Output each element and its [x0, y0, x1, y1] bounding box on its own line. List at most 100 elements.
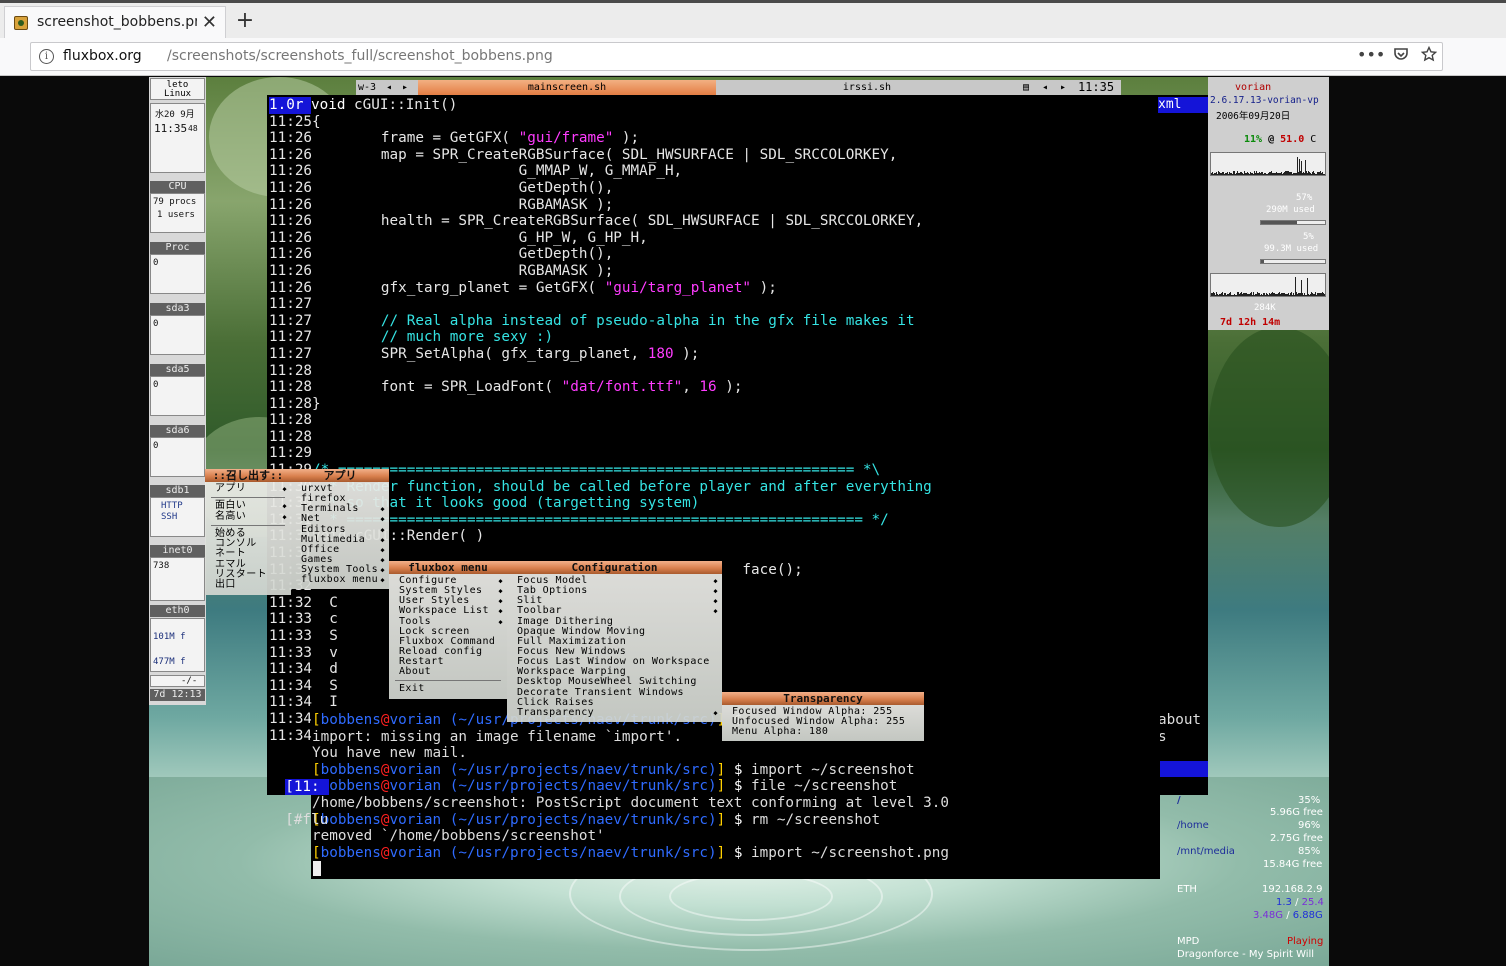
line-timestamp: 11:26	[269, 196, 313, 213]
cpu-monitor: 79 procs 1 users	[150, 193, 205, 233]
url-host: fluxbox.org	[63, 48, 142, 64]
shell-line: [bobbens@vorian (~/usr/projects/naev/tru…	[312, 811, 881, 828]
code-token: S	[312, 677, 338, 694]
submenu-arrow-icon: ◆	[380, 535, 385, 544]
dock-uptime: 7d 12:13	[150, 689, 205, 701]
window-tag-1: [11:	[285, 778, 330, 796]
editor-line: 1.0r void cGUI::Init()	[269, 97, 932, 114]
shell-line: [bobbens@vorian (~/usr/projects/naev/tru…	[312, 844, 950, 861]
code-token: d	[312, 661, 338, 678]
line-timestamp: 1.0r	[269, 97, 311, 114]
swap-used: 99.3M used	[1264, 244, 1319, 254]
code-token: );	[716, 379, 743, 396]
next-window-icon[interactable]: ▸	[1056, 80, 1070, 95]
cpu-graph	[1210, 152, 1326, 176]
nav-left-icon[interactable]: ◂	[382, 80, 396, 95]
menu-separator	[395, 680, 501, 682]
editor-line: 11:28	[269, 412, 932, 429]
sda6-monitor: 0	[150, 437, 205, 477]
swap-bar	[1260, 259, 1326, 264]
configuration-menu: Configuration Focus Model ◆ Tab Options ◆ Sli…	[507, 561, 722, 722]
prev-window-icon[interactable]: ◂	[1038, 80, 1052, 95]
site-info-icon[interactable]: i	[39, 49, 54, 64]
system-monitor-dock: leto Linux 水20 9月 11:35 48 CPU 79 procs …	[149, 77, 206, 705]
code-token: ,	[682, 379, 700, 396]
shell-line: You have new mail.	[312, 745, 467, 762]
menu-item[interactable]: About	[389, 667, 507, 677]
line-timestamp: 11:26	[269, 163, 313, 180]
close-tab-icon[interactable]: ✕	[202, 12, 217, 33]
line-timestamp: 11:28	[269, 428, 313, 445]
screen-tab-w3[interactable]: w-3	[356, 80, 378, 95]
pocket-icon[interactable]	[1393, 46, 1409, 66]
editor-line: 11:26 health = SPR_CreateRGBSurface( SDL…	[269, 213, 932, 230]
menu-item[interactable]: アプリ ◆	[205, 483, 291, 494]
line-timestamp: 11:29	[269, 445, 313, 462]
menu-item[interactable]: Exit	[389, 684, 507, 694]
code-token: );	[613, 130, 640, 147]
code-token: gfx_targ_planet = GetGFX(	[312, 279, 605, 296]
code-token: }	[312, 395, 321, 412]
screen-tab-bar: w-3 ◂ ▸ mainscreen.sh irssi.sh ▤ ◂ ▸ 11:…	[356, 80, 1121, 95]
url-bar[interactable]: i fluxbox.org /screenshots/screenshots_f…	[30, 42, 1443, 71]
line-timestamp: 11:27	[269, 312, 313, 329]
screen-tab-mainscreen[interactable]: mainscreen.sh	[418, 80, 716, 95]
root-menu: ::召し出す:: アプリ ◆ 面白い ◆ 名高い ◆ 始める コンソル ネート エマル リスタート 出口	[205, 469, 291, 595]
submenu-arrow-icon: ◆	[282, 485, 287, 493]
root-menu-title: ::召し出す::	[205, 469, 291, 482]
mem-pct: 57%	[1296, 193, 1313, 203]
mem-bar	[1260, 220, 1326, 225]
code-token: );	[751, 279, 777, 296]
dock-logo: leto Linux	[150, 78, 205, 100]
menu-item[interactable]: Menu Alpha: 180	[722, 727, 924, 737]
code-token: v	[312, 644, 338, 661]
tab-title: screenshot_bobbens.png	[37, 14, 197, 30]
side-tail-selection	[1158, 761, 1208, 777]
shell-line: removed `/home/bobbens/screenshot'	[312, 828, 605, 845]
editor-line: 11:29	[269, 445, 932, 462]
line-timestamp: 11:26	[269, 262, 313, 279]
code-token: cGUI::Init()	[345, 97, 458, 113]
code-token: // much more sexy :)	[312, 329, 554, 346]
menu-item[interactable]: 名高い ◆	[205, 511, 291, 522]
eth0-monitor: 101M f 477M f	[150, 618, 205, 672]
conky-date: 2006年09月20日	[1216, 111, 1291, 122]
sda5-monitor: 0	[150, 376, 205, 416]
code-token: void	[311, 97, 346, 113]
code-token: 16	[699, 379, 717, 396]
submenu-arrow-icon: ◆	[713, 587, 718, 596]
code-token: 180	[647, 345, 674, 362]
editor-line: 11:26 gfx_targ_planet = GetGFX( "gui/tar…	[269, 280, 932, 297]
line-timestamp: 11:34	[269, 677, 313, 694]
cpu-header: CPU	[150, 181, 205, 193]
menu-item[interactable]: Transparency ◆	[507, 707, 722, 718]
editor-line: 11:25{	[269, 114, 932, 131]
new-tab-button[interactable]: +	[234, 6, 256, 36]
net-value: 284K	[1254, 303, 1276, 313]
config-menu-title: Configuration	[507, 561, 722, 574]
page-actions-icon[interactable]: •••	[1357, 45, 1385, 64]
line-timestamp: 11:28	[269, 395, 313, 412]
bookmark-star-icon[interactable]	[1420, 45, 1438, 66]
window-menu-icon[interactable]: ▤	[1018, 80, 1034, 95]
code-token: "gui/targ_planet"	[604, 279, 752, 296]
editor-line: 11:27 SPR_SetAlpha( gfx_targ_planet, 180…	[269, 346, 932, 363]
menu-item[interactable]: 出口	[205, 580, 291, 590]
line-timestamp: 11:25	[269, 113, 313, 130]
menu-item[interactable]: fluxbox menu ◆	[291, 575, 389, 585]
editor-line: 11:26 RGBAMASK );	[269, 197, 932, 214]
nav-right-icon[interactable]: ▸	[398, 80, 412, 95]
browser-tab[interactable]: screenshot_bobbens.png ✕	[4, 6, 226, 41]
line-timestamp: 11:34	[269, 727, 313, 744]
dock-clock: 水20 9月 11:35 48	[150, 103, 205, 173]
browser-nav-bar: i fluxbox.org /screenshots/screenshots_f…	[0, 38, 1506, 76]
eth0-header: eth0	[150, 605, 205, 617]
shell-line: [bobbens@vorian (~/usr/projects/naev/tru…	[312, 761, 915, 778]
menu-separator	[211, 524, 285, 526]
editor-line: 11:26 map = SPR_CreateRGBSurface( SDL_HW…	[269, 147, 932, 164]
screen-tab-irssi[interactable]: irssi.sh	[718, 80, 1016, 95]
line-timestamp: 11:26	[269, 229, 313, 246]
code-token: * ======================================…	[312, 511, 889, 528]
editor-line: 11:27 // much more sexy :)	[269, 329, 932, 346]
mem-used: 290M used	[1266, 205, 1315, 215]
